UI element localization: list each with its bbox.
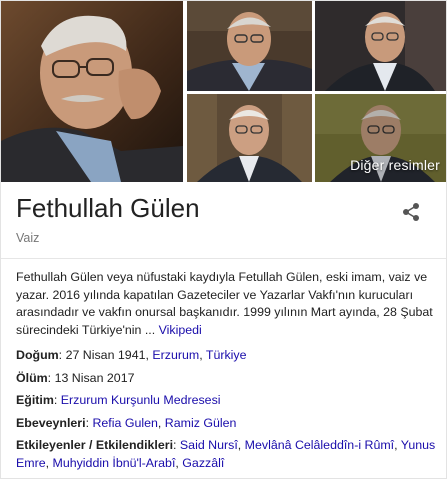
fact-label: Ebeveynleri [16,415,86,430]
influence-link[interactable]: Mevlânâ Celâleddîn-i Rûmî [245,438,394,452]
birth-place-link[interactable]: Erzurum [152,348,199,362]
fact-birth: Doğum: 27 Nisan 1941, Erzurum, Türkiye [16,348,247,362]
fact-label: Etkileyenler / Etkilendikleri [16,438,174,452]
influence-link[interactable]: Muhyiddin İbnü'l-Arabî [53,456,176,470]
thumbnail-photo-2[interactable] [315,1,446,91]
fact-label: Eğitim [16,393,54,407]
wikipedia-link[interactable]: Vikipedi [159,323,202,337]
fact-label: Ölüm [16,370,48,385]
image-gallery: Diğer resimler [1,1,446,182]
thumbnail-photo-1[interactable] [187,1,312,91]
main-portrait-photo[interactable] [1,1,183,182]
section-divider [1,258,446,259]
birth-date: 27 Nisan 1941 [65,348,146,362]
entity-header: Fethullah Gülen Vaiz [16,191,431,245]
thumbnail-photo-3[interactable] [187,94,312,182]
death-date: 13 Nisan 2017 [54,370,135,385]
facts-list: Doğum: 27 Nisan 1941, Erzurum, Türkiye Ö… [16,347,441,477]
parent-link[interactable]: Ramiz Gülen [165,416,237,430]
more-images-label[interactable]: Diğer resimler [350,157,440,173]
entity-type: Vaiz [16,231,40,245]
description-text: Fethullah Gülen veya nüfustaki kaydıyla … [16,270,433,337]
education-link[interactable]: Erzurum Kurşunlu Medresesi [61,393,221,407]
fact-parents: Ebeveynleri: Refia Gulen, Ramiz Gülen [16,415,237,430]
knowledge-panel: Diğer resimler Fethullah Gülen Vaiz Feth… [0,0,447,479]
influence-link[interactable]: Said Nursî [180,438,238,452]
parent-link[interactable]: Refia Gulen [92,416,157,430]
entity-description: Fethullah Gülen veya nüfustaki kaydıyla … [16,269,436,339]
share-button[interactable] [400,201,422,223]
birth-country-link[interactable]: Türkiye [206,348,247,362]
share-icon [403,203,419,221]
fact-education: Eğitim: Erzurum Kurşunlu Medresesi [16,393,221,407]
influence-link[interactable]: Gazzâlî [182,456,224,470]
entity-name: Fethullah Gülen [16,193,200,223]
fact-death: Ölüm: 13 Nisan 2017 [16,370,135,385]
fact-influences: Etkileyenler / Etkilendikleri: Said Nurs… [16,438,436,470]
fact-label: Doğum [16,348,59,362]
more-images-tile[interactable]: Diğer resimler [315,94,446,182]
